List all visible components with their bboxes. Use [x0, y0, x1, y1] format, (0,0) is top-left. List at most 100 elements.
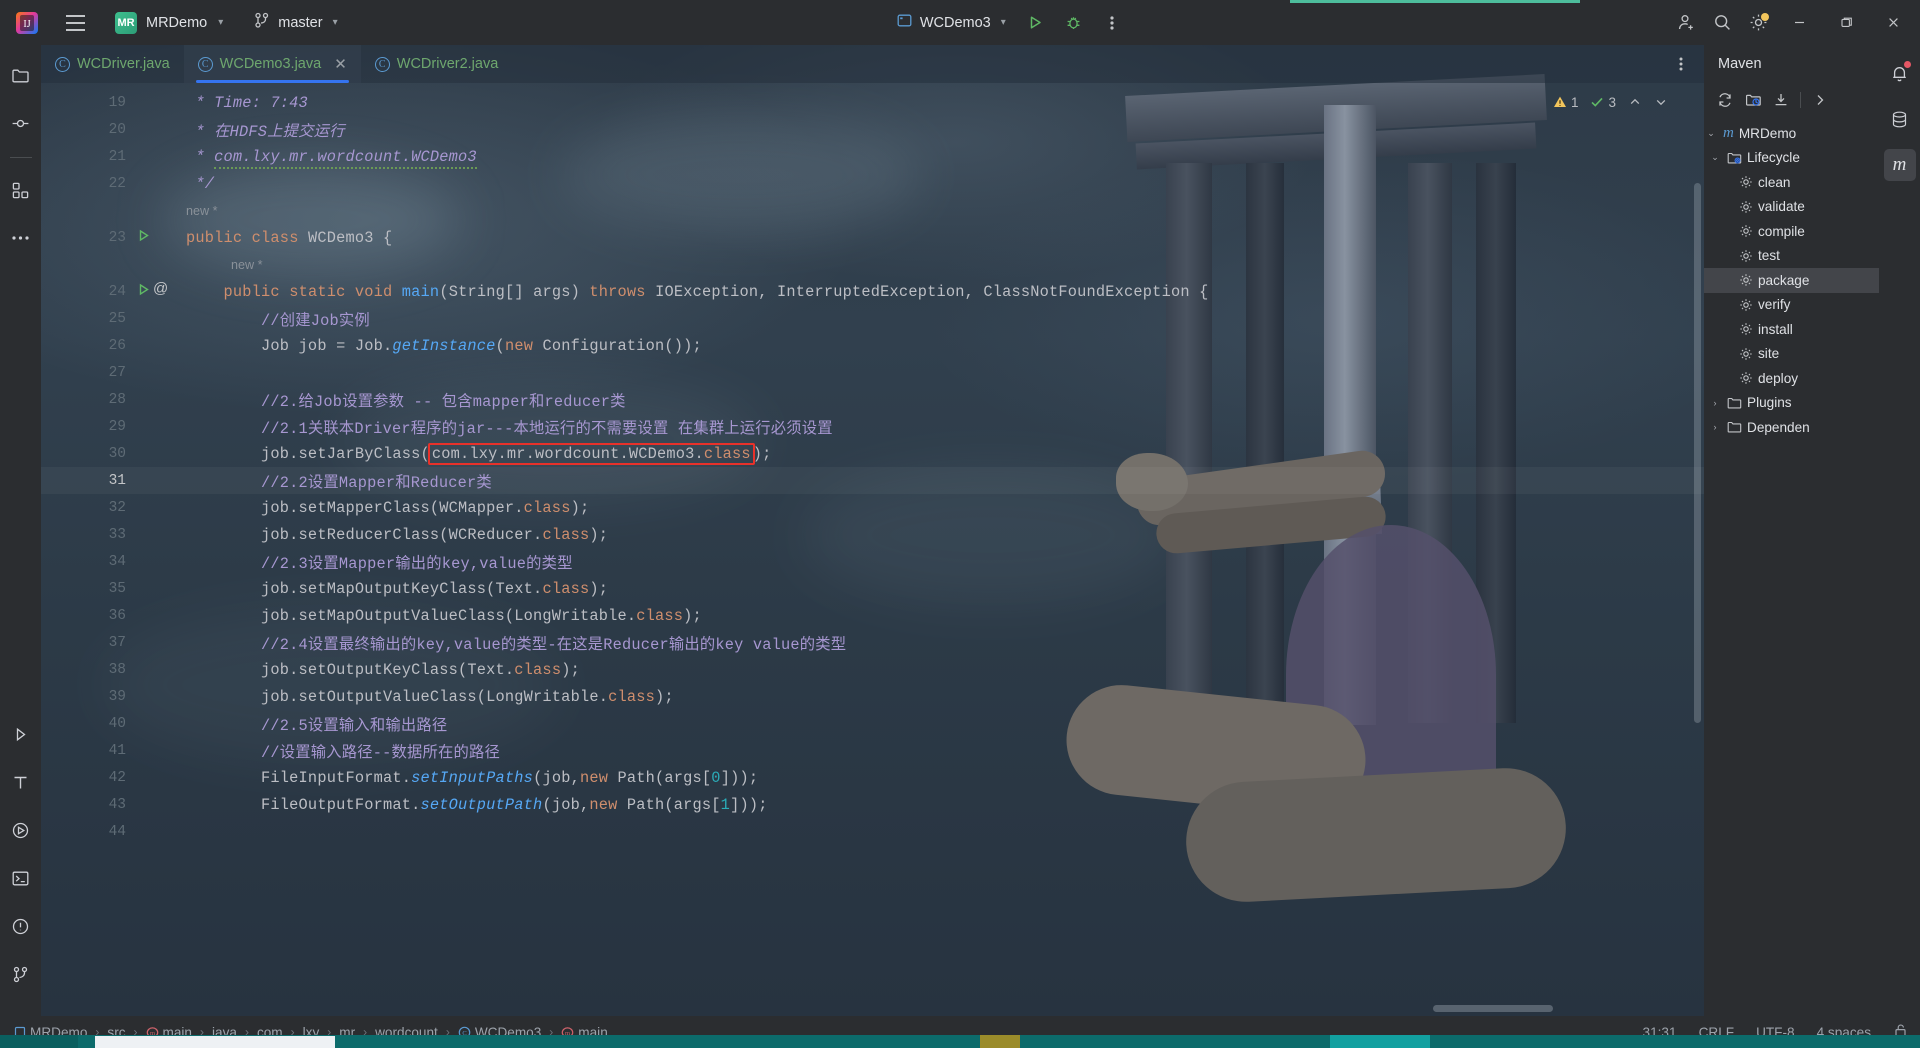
- services-icon[interactable]: [5, 814, 37, 846]
- maven-tree[interactable]: ⌄ m MRDemo ⌄ Lifecycle clean validate compile te…: [1704, 117, 1879, 1016]
- code-text: //设置输入路径--数据所在的路径: [186, 743, 501, 762]
- tree-toggle-icon[interactable]: ⌄: [1704, 128, 1718, 139]
- code-line[interactable]: 29 //2.1关联本Driver程序的jar---本地运行的不需要设置 在集群…: [41, 413, 1704, 440]
- warning-count[interactable]: 1: [1549, 93, 1583, 112]
- close-tab-icon[interactable]: ✕: [334, 55, 347, 73]
- maven-tree-item-dependen[interactable]: › Dependen: [1704, 415, 1879, 440]
- annotation-gutter-icon[interactable]: @: [153, 280, 168, 297]
- maven-tree-item-validate[interactable]: validate: [1704, 195, 1879, 220]
- code-line[interactable]: 42 FileInputFormat.setInputPaths(job,new…: [41, 764, 1704, 791]
- inlay-hint-row[interactable]: new *: [41, 251, 1704, 278]
- run-gutter-icon[interactable]: [136, 282, 151, 300]
- maven-tree-item-plugins[interactable]: › Plugins: [1704, 391, 1879, 416]
- maven-tree-item-package[interactable]: package: [1704, 268, 1879, 293]
- tree-toggle-icon[interactable]: ⌄: [1708, 152, 1722, 163]
- maven-tree-item-lifecycle[interactable]: ⌄ Lifecycle: [1704, 146, 1879, 171]
- next-problem-button[interactable]: [1650, 91, 1672, 113]
- code-editor[interactable]: 1 3 19 * Time: 7:43 20 * 在HDFS上提交运行 21 *…: [41, 83, 1704, 1016]
- code-line[interactable]: 26 Job job = Job.getInstance(new Configu…: [41, 332, 1704, 359]
- code-line[interactable]: 31 //2.2设置Mapper和Reducer类: [41, 467, 1704, 494]
- maven-tree-item-clean[interactable]: clean: [1704, 170, 1879, 195]
- run-tool-icon[interactable]: [5, 718, 37, 750]
- code-line[interactable]: 25 //创建Job实例: [41, 305, 1704, 332]
- code-line[interactable]: 24 @ public static void main(String[] arg…: [41, 278, 1704, 305]
- code-line[interactable]: 43 FileOutputFormat.setOutputPath(job,ne…: [41, 791, 1704, 818]
- code-line[interactable]: 32 job.setMapperClass(WCMapper.class);: [41, 494, 1704, 521]
- close-icon[interactable]: [1871, 0, 1916, 45]
- todo-icon[interactable]: [5, 766, 37, 798]
- run-button[interactable]: [1019, 6, 1053, 40]
- main-menu-button[interactable]: [58, 6, 92, 40]
- maven-tree-item-deploy[interactable]: deploy: [1704, 366, 1879, 391]
- code-line[interactable]: 22 */: [41, 170, 1704, 197]
- debug-button[interactable]: [1057, 6, 1091, 40]
- code-line[interactable]: 37 //2.4设置最终输出的key,value的类型-在这是Reducer输出…: [41, 629, 1704, 656]
- code-pane[interactable]: 19 * Time: 7:43 20 * 在HDFS上提交运行 21 * com.l…: [41, 83, 1704, 1016]
- search-icon[interactable]: [1705, 6, 1739, 40]
- maven-tree-item-compile[interactable]: compile: [1704, 219, 1879, 244]
- maven-tree-item-mrdemo[interactable]: ⌄ m MRDemo: [1704, 121, 1879, 146]
- tree-toggle-icon[interactable]: ›: [1708, 398, 1722, 408]
- terminal-icon[interactable]: [5, 862, 37, 894]
- check-count[interactable]: 3: [1586, 93, 1620, 112]
- code-line[interactable]: 38 job.setOutputKeyClass(Text.class);: [41, 656, 1704, 683]
- code-line[interactable]: 41 //设置输入路径--数据所在的路径: [41, 737, 1704, 764]
- editor-vertical-scrollbar[interactable]: [1694, 183, 1701, 723]
- maven-tree-item-test[interactable]: test: [1704, 244, 1879, 269]
- reload-icon[interactable]: [1712, 87, 1738, 113]
- code-line[interactable]: 30 job.setJarByClass(com.lxy.mr.wordcoun…: [41, 440, 1704, 467]
- structure-icon[interactable]: [5, 174, 37, 206]
- branch-name: master: [278, 14, 323, 31]
- folder-icon: [1727, 420, 1742, 434]
- code-line[interactable]: 35 job.setMapOutputKeyClass(Text.class);: [41, 575, 1704, 602]
- code-line[interactable]: 39 job.setOutputValueClass(LongWritable.…: [41, 683, 1704, 710]
- code-line[interactable]: 28 //2.给Job设置参数 -- 包含mapper和reducer类: [41, 386, 1704, 413]
- maximize-icon[interactable]: [1824, 0, 1869, 45]
- run-gutter-icon[interactable]: [136, 228, 151, 246]
- database-icon[interactable]: [1884, 103, 1916, 135]
- editor-tab-2[interactable]: C WCDriver2.java: [361, 45, 513, 83]
- maven-tree-item-site[interactable]: site: [1704, 342, 1879, 367]
- tree-toggle-icon[interactable]: ›: [1708, 422, 1722, 432]
- code-text: */: [186, 174, 215, 193]
- code-line[interactable]: 27: [41, 359, 1704, 386]
- notifications-icon[interactable]: [1884, 57, 1916, 89]
- code-line[interactable]: 20 * 在HDFS上提交运行: [41, 116, 1704, 143]
- git-branch-icon[interactable]: [5, 958, 37, 990]
- branch-selector[interactable]: master ▾: [244, 7, 347, 39]
- code-line[interactable]: 34 //2.3设置Mapper输出的key,value的类型: [41, 548, 1704, 575]
- reload-project-icon[interactable]: [1740, 87, 1766, 113]
- code-line[interactable]: 44: [41, 818, 1704, 845]
- problems-icon[interactable]: [5, 910, 37, 942]
- inlay-hint-row[interactable]: new *: [41, 197, 1704, 224]
- prev-problem-button[interactable]: [1624, 91, 1646, 113]
- download-sources-icon[interactable]: [1768, 87, 1794, 113]
- maven-m-icon[interactable]: m: [1883, 149, 1916, 181]
- expand-icon[interactable]: [1807, 87, 1833, 113]
- project-selector[interactable]: MR MRDemo ▾: [106, 7, 232, 39]
- tab-options-icon[interactable]: [1666, 49, 1696, 79]
- maven-tree-item-verify[interactable]: verify: [1704, 293, 1879, 318]
- minimize-icon[interactable]: [1777, 0, 1822, 45]
- editor-horizontal-scrollbar[interactable]: [1433, 1005, 1553, 1012]
- line-number: 19: [108, 94, 126, 111]
- code-line[interactable]: 21 * com.lxy.mr.wordcount.WCDemo3: [41, 143, 1704, 170]
- run-configuration-selector[interactable]: WCDemo3 ▾: [888, 8, 1015, 38]
- more-dots-icon[interactable]: [5, 222, 37, 254]
- project-folder-icon[interactable]: [5, 59, 37, 91]
- editor-tab-1[interactable]: C WCDemo3.java ✕: [183, 45, 361, 83]
- taskbar-window-preview[interactable]: [95, 1036, 335, 1048]
- maven-tree-item-install[interactable]: install: [1704, 317, 1879, 342]
- code-line[interactable]: 33 job.setReducerClass(WCReducer.class);: [41, 521, 1704, 548]
- add-user-icon[interactable]: [1669, 6, 1703, 40]
- code-line[interactable]: 36 job.setMapOutputValueClass(LongWritab…: [41, 602, 1704, 629]
- strip-divider: [9, 157, 32, 158]
- editor-tab-0[interactable]: C WCDriver.java: [41, 45, 184, 83]
- code-line[interactable]: 19 * Time: 7:43: [41, 89, 1704, 116]
- code-line[interactable]: 40 //2.5设置输入和输出路径: [41, 710, 1704, 737]
- more-options-button[interactable]: [1095, 6, 1129, 40]
- commit-icon[interactable]: [5, 107, 37, 139]
- ide-window: IJ MR MRDemo ▾ master ▾ WCDemo3 ▾ C WCDr…: [0, 0, 1920, 1048]
- code-line[interactable]: 23 public class WCDemo3 {: [41, 224, 1704, 251]
- gear-icon[interactable]: [1741, 6, 1775, 40]
